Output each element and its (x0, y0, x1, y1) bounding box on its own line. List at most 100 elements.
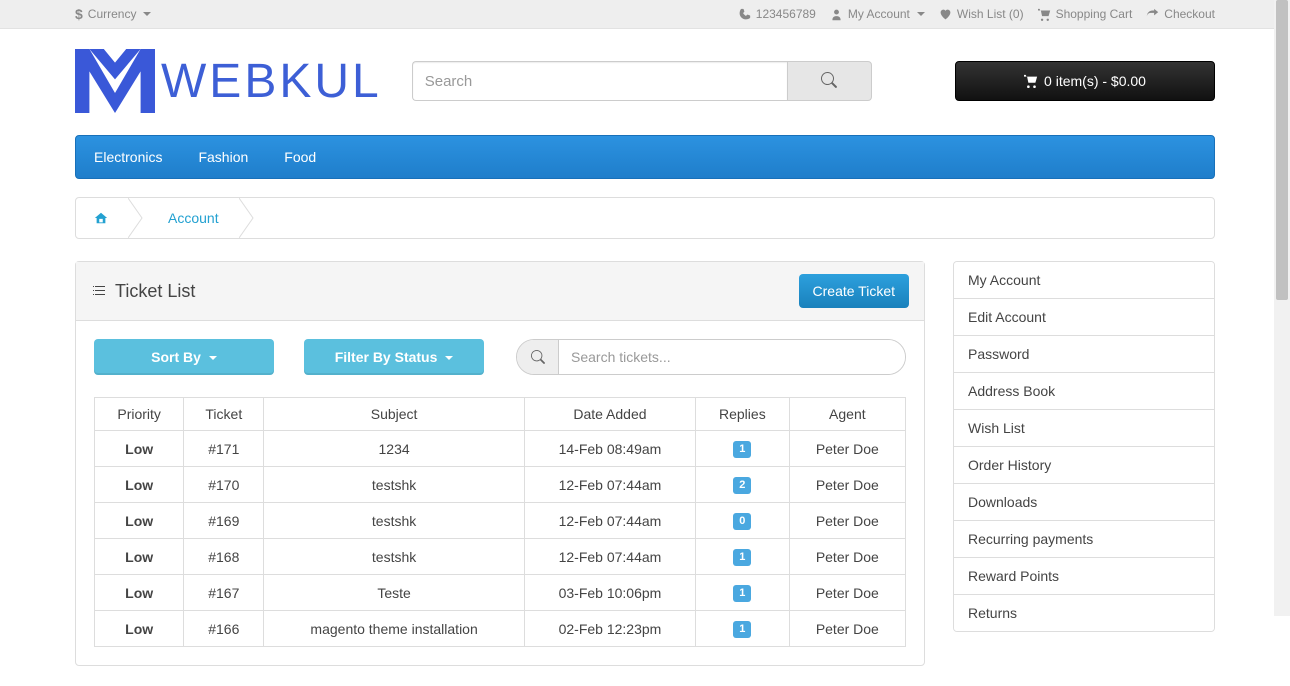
logo[interactable]: WEBKUL (75, 49, 382, 113)
th-subject: Subject (264, 398, 525, 431)
cell-replies: 2 (696, 467, 790, 503)
list-icon (91, 283, 107, 299)
currency-label: Currency (88, 7, 137, 21)
table-row[interactable]: Low#167Teste03-Feb 10:06pm1Peter Doe (95, 575, 906, 611)
sort-by-label: Sort By (151, 349, 201, 365)
cell-priority: Low (95, 467, 184, 503)
tickets-table: Priority Ticket Subject Date Added Repli… (94, 397, 906, 647)
cell-agent: Peter Doe (789, 503, 905, 539)
cell-ticket: #169 (184, 503, 264, 539)
cart-button[interactable]: 0 item(s) - $0.00 (955, 61, 1215, 101)
caret-down-icon (209, 356, 217, 360)
shopping-cart-link[interactable]: Shopping Cart (1038, 7, 1133, 21)
cart-icon (1024, 74, 1038, 88)
cart-button-label: 0 item(s) - $0.00 (1044, 73, 1146, 89)
sidebar-item[interactable]: Password (954, 336, 1214, 373)
sidebar-item[interactable]: Order History (954, 447, 1214, 484)
breadcrumb-separator (239, 198, 255, 238)
wishlist-link[interactable]: Wish List (0) (939, 7, 1024, 21)
share-icon (1146, 8, 1159, 21)
cell-subject: testshk (264, 467, 525, 503)
cell-agent: Peter Doe (789, 539, 905, 575)
breadcrumb-separator (128, 198, 144, 238)
sidebar-item[interactable]: Wish List (954, 410, 1214, 447)
cell-priority: Low (95, 539, 184, 575)
checkout-link[interactable]: Checkout (1146, 7, 1215, 21)
nav-fashion[interactable]: Fashion (180, 136, 266, 178)
nav-electronics[interactable]: Electronics (76, 136, 180, 178)
table-row[interactable]: Low#169testshk12-Feb 07:44am0Peter Doe (95, 503, 906, 539)
cell-agent: Peter Doe (789, 575, 905, 611)
home-icon (94, 211, 108, 225)
table-header-row: Priority Ticket Subject Date Added Repli… (95, 398, 906, 431)
logo-text: WEBKUL (161, 54, 382, 109)
scrollbar-thumb[interactable] (1276, 0, 1288, 300)
checkout-label: Checkout (1164, 7, 1215, 21)
th-ticket: Ticket (184, 398, 264, 431)
user-icon (830, 8, 843, 21)
ticket-list-panel: Ticket List Create Ticket Sort By Filter… (75, 261, 925, 666)
cell-agent: Peter Doe (789, 467, 905, 503)
phone-link[interactable]: 123456789 (738, 7, 816, 21)
search-tickets-icon-wrap[interactable] (517, 340, 559, 374)
create-ticket-button[interactable]: Create Ticket (799, 274, 909, 308)
sidebar-item[interactable]: Reward Points (954, 558, 1214, 595)
th-priority: Priority (95, 398, 184, 431)
table-row[interactable]: Low#168testshk12-Feb 07:44am1Peter Doe (95, 539, 906, 575)
site-search (412, 61, 872, 101)
cell-subject: Teste (264, 575, 525, 611)
cell-date: 12-Feb 07:44am (524, 503, 695, 539)
breadcrumb: Account (75, 197, 1215, 239)
search-tickets (516, 339, 906, 375)
filter-by-label: Filter By Status (335, 349, 438, 365)
caret-down-icon (445, 356, 453, 360)
nav-food[interactable]: Food (266, 136, 334, 178)
cell-date: 14-Feb 08:49am (524, 431, 695, 467)
search-button[interactable] (787, 61, 872, 101)
sidebar-item[interactable]: Edit Account (954, 299, 1214, 336)
shopping-cart-label: Shopping Cart (1056, 7, 1133, 21)
topbar: $ Currency 123456789 My Account Wish Lis… (0, 0, 1290, 29)
cell-priority: Low (95, 575, 184, 611)
caret-down-icon (917, 12, 925, 16)
cell-agent: Peter Doe (789, 431, 905, 467)
search-input[interactable] (412, 61, 787, 101)
cell-ticket: #171 (184, 431, 264, 467)
cell-ticket: #168 (184, 539, 264, 575)
table-row[interactable]: Low#171123414-Feb 08:49am1Peter Doe (95, 431, 906, 467)
panel-title: Ticket List (91, 281, 195, 302)
th-date: Date Added (524, 398, 695, 431)
panel-title-text: Ticket List (115, 281, 195, 302)
sidebar-item[interactable]: Recurring payments (954, 521, 1214, 558)
filter-by-status-button[interactable]: Filter By Status (304, 339, 484, 375)
sidebar-item[interactable]: Address Book (954, 373, 1214, 410)
breadcrumb-account[interactable]: Account (144, 198, 239, 238)
cell-priority: Low (95, 431, 184, 467)
breadcrumb-home[interactable] (76, 198, 128, 238)
cell-replies: 0 (696, 503, 790, 539)
cell-replies: 1 (696, 575, 790, 611)
main-nav: Electronics Fashion Food (75, 135, 1215, 179)
sort-by-button[interactable]: Sort By (94, 339, 274, 375)
my-account-dropdown[interactable]: My Account (830, 7, 925, 21)
search-tickets-input[interactable] (559, 340, 905, 374)
scrollbar[interactable] (1274, 0, 1290, 616)
sidebar-item[interactable]: Downloads (954, 484, 1214, 521)
wishlist-label: Wish List (0) (957, 7, 1024, 21)
table-row[interactable]: Low#170testshk12-Feb 07:44am2Peter Doe (95, 467, 906, 503)
cell-subject: testshk (264, 539, 525, 575)
caret-down-icon (143, 12, 151, 16)
cell-ticket: #170 (184, 467, 264, 503)
sidebar-item[interactable]: Returns (954, 595, 1214, 631)
heart-icon (939, 8, 952, 21)
phone-icon (738, 8, 751, 21)
sidebar-item[interactable]: My Account (954, 262, 1214, 299)
my-account-label: My Account (848, 7, 910, 21)
account-sidebar: My AccountEdit AccountPasswordAddress Bo… (953, 261, 1215, 632)
currency-selector[interactable]: $ Currency (75, 6, 151, 22)
search-icon (821, 72, 837, 88)
phone-number: 123456789 (756, 7, 816, 21)
cell-subject: testshk (264, 503, 525, 539)
cell-date: 03-Feb 10:06pm (524, 575, 695, 611)
cell-priority: Low (95, 503, 184, 539)
